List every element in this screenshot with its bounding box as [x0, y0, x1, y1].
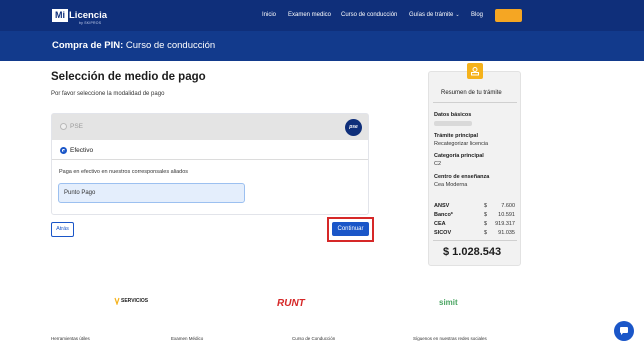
logo[interactable]: Mi Licencia — [52, 8, 107, 22]
chevron-down-icon: ⌄ — [455, 12, 460, 18]
fee-label: SICOV — [434, 230, 452, 236]
continue-button[interactable]: Continuar — [332, 222, 369, 236]
agent-label: Punto Pago — [64, 190, 96, 196]
fee-currency: $ — [484, 203, 488, 209]
payment-option-efectivo[interactable]: Efectivo — [52, 141, 368, 160]
nav-item-label: Guías de trámite — [409, 12, 454, 18]
nav-item-examen-medico[interactable]: Examen medico — [288, 12, 331, 18]
footer-heading-redes: Síguenos en nuestras redes sociales — [413, 336, 487, 341]
back-button[interactable]: Atrás — [51, 222, 74, 237]
fee-amount: 919.317 — [495, 221, 515, 227]
logo-subtitle: by SKIPROS — [79, 21, 102, 25]
user-badge-icon — [467, 63, 483, 79]
nav-item-blog[interactable]: Blog — [471, 12, 483, 18]
payment-option-pse[interactable]: PSE pse — [52, 114, 368, 140]
page-title: Selección de medio de pago — [51, 71, 206, 83]
band-title-bold: Compra de PIN: — [52, 40, 124, 51]
logo-mark: Mi — [52, 8, 68, 22]
footer-heading-examen: Examen Médico — [171, 336, 204, 341]
fee-amount: 7.600 — [501, 203, 515, 209]
datos-basicos-label: Datos básicos — [434, 112, 472, 118]
chat-bubble-icon — [620, 327, 628, 335]
servicios-logo-icon — [114, 297, 120, 305]
chat-button[interactable] — [614, 321, 634, 341]
fee-label: ANSV — [434, 203, 450, 209]
tramite-label: Trámite principal — [434, 133, 479, 139]
footer-heading-curso: Curso de Conducción — [292, 336, 336, 341]
categoria-label: Categoría principal — [434, 153, 484, 159]
runt-logo[interactable]: RUNT — [277, 298, 305, 309]
account-button[interactable] — [495, 9, 522, 22]
redacted-value — [434, 121, 472, 126]
fee-currency: $ — [484, 221, 488, 227]
fee-amount: 91.035 — [498, 230, 515, 236]
fee-currency: $ — [484, 212, 488, 218]
pse-radio[interactable] — [60, 123, 67, 130]
nav-item-curso-conduccion[interactable]: Curso de conducción — [341, 12, 397, 18]
page-subtitle: Por favor seleccione la modalidad de pag… — [51, 91, 165, 97]
pse-logo-icon: pse — [345, 119, 362, 136]
payment-method-panel: PSE pse Efectivo Paga en efectivo en nue… — [51, 113, 369, 215]
categoria-value: C2 — [434, 161, 442, 167]
centro-value: Cea Moderna — [434, 182, 468, 188]
band-title-rest: Curso de conducción — [125, 40, 216, 51]
fee-label: CEA — [434, 221, 446, 227]
simit-logo[interactable]: simit — [439, 298, 458, 307]
summary-total: $ 1.028.543 — [443, 246, 502, 258]
efectivo-radio[interactable] — [60, 147, 67, 154]
tramite-value: Recategorizar licencia — [434, 141, 489, 147]
summary-card — [428, 71, 521, 266]
nav-item-guias-tramite[interactable]: Guías de trámite ⌄ — [409, 12, 460, 18]
fee-currency: $ — [484, 230, 488, 236]
footer-heading-herramientas: Herramientas útiles — [51, 336, 90, 341]
agent-option-punto-pago[interactable]: Punto Pago — [58, 183, 245, 203]
fee-amount: 10.591 — [498, 212, 515, 218]
pse-label: PSE — [70, 123, 84, 130]
centro-label: Centro de enseñanza — [434, 174, 490, 180]
nav-item-inicio[interactable]: Inicio — [262, 12, 276, 18]
efectivo-description: Paga en efectivo en nuestros corresponsa… — [59, 169, 189, 175]
total-divider — [433, 240, 517, 241]
summary-divider — [433, 102, 517, 103]
page-band-title: Compra de PIN: Curso de conducción — [52, 40, 215, 51]
logo-wordmark: Licencia — [69, 9, 108, 21]
servicios-logo[interactable]: SERVICIOS — [121, 298, 148, 304]
fee-label: Banco* — [434, 212, 453, 218]
summary-title: Resumen de tu trámite — [441, 90, 502, 96]
efectivo-label: Efectivo — [70, 147, 94, 154]
